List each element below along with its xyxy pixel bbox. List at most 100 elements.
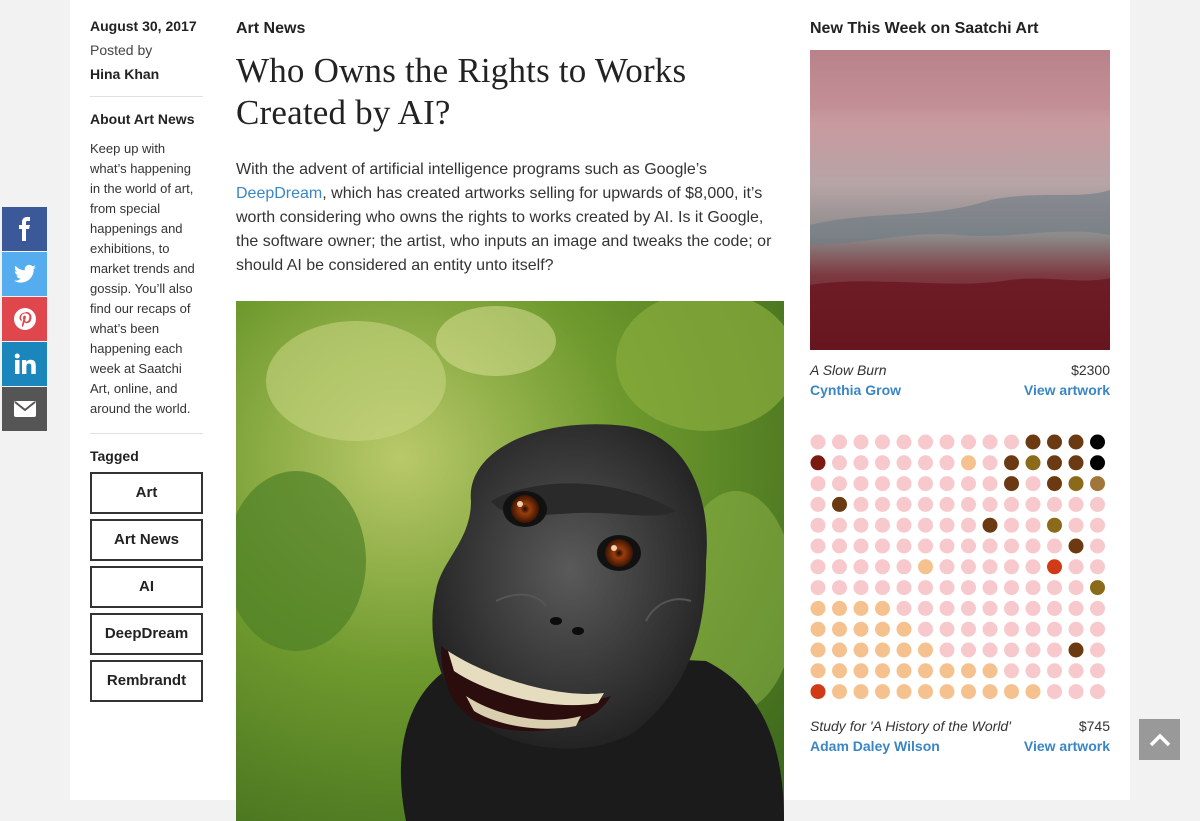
twitter-share-button[interactable] (2, 252, 47, 296)
tag-art-news[interactable]: Art News (90, 519, 203, 561)
monkey-selfie-illustration (236, 301, 784, 821)
back-to-top-button[interactable] (1139, 719, 1180, 760)
painting-dot (853, 434, 869, 450)
painting-dot (875, 455, 890, 471)
painting-dot (875, 684, 890, 700)
painting-dot (939, 663, 955, 679)
painting-dot (1068, 600, 1084, 616)
painting-dot (939, 621, 955, 637)
artwork-info-2: Study for 'A History of the World' $745 … (810, 718, 1110, 754)
email-icon (13, 401, 36, 417)
painting-dot (1090, 517, 1105, 533)
painting-dot (1068, 434, 1084, 450)
painting-dot (1090, 684, 1105, 700)
painting-dot (918, 434, 933, 450)
painting-dot (875, 600, 890, 616)
facebook-share-button[interactable] (2, 207, 47, 251)
painting-dot (939, 684, 955, 700)
painting-dot (918, 663, 933, 679)
painting-dot (1025, 684, 1041, 700)
sidebar-heading: New This Week on Saatchi Art (810, 20, 1039, 37)
artwork-image-slow-burn[interactable] (810, 50, 1110, 350)
painting-dot (1004, 434, 1019, 450)
painting-dot (896, 559, 912, 575)
social-share-bar (2, 207, 47, 432)
painting-dot (982, 538, 998, 554)
artist-link[interactable]: Adam Daley Wilson (810, 738, 940, 754)
painting-dot (853, 559, 869, 575)
painting-dot (832, 559, 847, 575)
painting-dot (810, 600, 826, 616)
painting-dot (1025, 455, 1041, 471)
painting-dot (1004, 517, 1019, 533)
painting-dot (1004, 538, 1019, 554)
painting-dot (918, 684, 933, 700)
linkedin-share-button[interactable] (2, 342, 47, 386)
tag-art[interactable]: Art (90, 472, 203, 514)
painting-dot (982, 642, 998, 658)
painting-dot (875, 517, 890, 533)
painting-dot (896, 642, 912, 658)
painting-dot (1025, 434, 1041, 450)
painting-dot (896, 538, 912, 554)
painting-dot (961, 496, 976, 512)
painting-dot (810, 434, 826, 450)
painting-dot (939, 580, 955, 596)
painting-dot (939, 600, 955, 616)
view-artwork-link[interactable]: View artwork (1024, 738, 1110, 754)
article-category[interactable]: Art News (236, 20, 784, 38)
divider (90, 433, 203, 434)
painting-dot (961, 434, 976, 450)
painting-dot (918, 476, 933, 492)
divider (90, 96, 203, 97)
painting-dot (1068, 496, 1084, 512)
tag-deepdream[interactable]: DeepDream (90, 613, 203, 655)
pinterest-icon (13, 308, 36, 330)
artwork-image-history-of-world[interactable] (810, 434, 1110, 714)
painting-dot (810, 517, 826, 533)
painting-dot (939, 455, 955, 471)
painting-dot (896, 496, 912, 512)
painting-dot (1025, 517, 1041, 533)
painting-dot (810, 684, 826, 700)
painting-dot (1004, 642, 1019, 658)
painting-dot (875, 621, 890, 637)
artist-link[interactable]: Cynthia Grow (810, 382, 901, 398)
painting-dot (810, 476, 826, 492)
painting-dot (1090, 538, 1105, 554)
view-artwork-link[interactable]: View artwork (1024, 382, 1110, 398)
painting-dot (1068, 663, 1084, 679)
chevron-up-icon (1149, 733, 1170, 746)
painting-dot (939, 538, 955, 554)
pinterest-share-button[interactable] (2, 297, 47, 341)
dot-grid-painting (810, 434, 1105, 700)
painting-dot (961, 663, 976, 679)
painting-dot (939, 642, 955, 658)
painting-dot (1025, 663, 1041, 679)
painting-dot (1090, 559, 1105, 575)
painting-dot (1090, 476, 1105, 492)
painting-dot (1025, 496, 1041, 512)
tagged-heading: Tagged (90, 448, 139, 464)
tag-rembrandt[interactable]: Rembrandt (90, 660, 203, 702)
painting-dot (1068, 684, 1084, 700)
painting-dot (1090, 496, 1105, 512)
painting-dot (961, 559, 976, 575)
painting-dot (832, 580, 847, 596)
painting-dot (982, 434, 998, 450)
painting-dot (832, 496, 847, 512)
painting-dot (961, 580, 976, 596)
author-name[interactable]: Hina Khan (90, 66, 203, 82)
tag-ai[interactable]: AI (90, 566, 203, 608)
deepdream-link[interactable]: DeepDream (236, 185, 322, 202)
painting-dot (1004, 559, 1019, 575)
painting-dot (918, 455, 933, 471)
painting-dot (982, 684, 998, 700)
painting-dot (853, 538, 869, 554)
post-date: August 30, 2017 (90, 18, 197, 34)
painting-dot (896, 455, 912, 471)
email-share-button[interactable] (2, 387, 47, 431)
painting-dot (1047, 580, 1062, 596)
painting-dot (1025, 642, 1041, 658)
artwork-price: $745 (1078, 718, 1110, 734)
